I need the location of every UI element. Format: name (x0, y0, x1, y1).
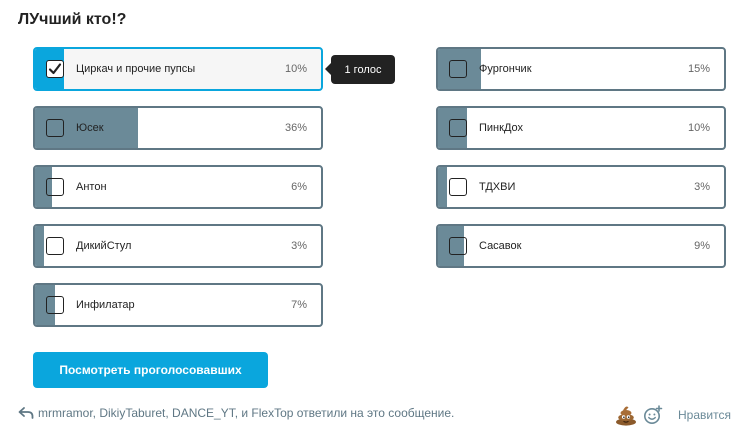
checkbox[interactable] (449, 237, 467, 255)
poll-option-label: Циркач и прочие пупсы (76, 63, 196, 75)
poll-option-label: Инфилатар (76, 299, 135, 311)
checkbox[interactable] (46, 178, 64, 196)
poll-option-infilatar[interactable]: Инфилатар 7% (33, 283, 323, 327)
checkbox[interactable] (46, 60, 64, 78)
poll-option-bar (438, 167, 447, 207)
poll-option-label: Сасавок (479, 240, 522, 252)
poll-option-percent: 7% (291, 299, 307, 311)
poll-option-label: Фургончик (479, 63, 532, 75)
add-reaction-icon[interactable] (643, 405, 663, 425)
poll-option-label: ПинкДох (479, 122, 524, 134)
tooltip-arrow (325, 63, 331, 75)
poll-option-tdhvi[interactable]: ТДХВИ 3% (436, 165, 726, 209)
poll-option-percent: 3% (694, 181, 710, 193)
checkbox[interactable] (449, 60, 467, 78)
poll-option-furgonchik[interactable]: Фургончик 15% (436, 47, 726, 91)
poll-option-anton[interactable]: Антон 6% (33, 165, 323, 209)
poll-option-percent: 10% (284, 63, 307, 75)
poll-option-sasavok[interactable]: Сасавок 9% (436, 224, 726, 268)
poll-title: ЛУчший кто!? (18, 11, 127, 28)
checkbox[interactable] (46, 296, 64, 314)
poll-option-label: ТДХВИ (479, 181, 516, 193)
poll-option-label: ДикийСтул (76, 240, 132, 252)
poll-option-percent: 3% (291, 240, 307, 252)
checkbox[interactable] (46, 237, 64, 255)
replies-text[interactable]: mrmramor, DikiyTaburet, DANCE_YT, и Flex… (38, 406, 454, 420)
like-button[interactable]: Нравится (678, 408, 731, 422)
replies-summary: mrmramor, DikiyTaburet, DANCE_YT, и Flex… (18, 404, 454, 422)
poll-option-percent: 36% (284, 122, 307, 134)
checkmark-icon (48, 63, 62, 75)
reply-arrow-icon (18, 407, 34, 419)
poll-option-pinkdoh[interactable]: ПинкДох 10% (436, 106, 726, 150)
checkbox[interactable] (46, 119, 64, 137)
poll-option-label: Антон (76, 181, 107, 193)
view-voters-button[interactable]: Посмотреть проголосовавших (33, 352, 268, 388)
checkbox[interactable] (449, 119, 467, 137)
poll-option-bar (35, 226, 44, 266)
tooltip-text: 1 голос (344, 63, 382, 76)
checkbox[interactable] (449, 178, 467, 196)
poll-option-percent: 15% (687, 63, 710, 75)
poop-emoji-icon[interactable] (615, 404, 637, 426)
poll-option-circus[interactable]: Циркач и прочие пупсы 10% (33, 47, 323, 91)
poll-option-percent: 9% (694, 240, 710, 252)
poll-option-label: Юсек (76, 122, 104, 134)
vote-count-tooltip: 1 голос (325, 55, 395, 84)
poll-option-percent: 10% (687, 122, 710, 134)
poll-option-dikiystul[interactable]: ДикийСтул 3% (33, 224, 323, 268)
poll-option-yusek[interactable]: Юсек 36% (33, 106, 323, 150)
poll-option-percent: 6% (291, 181, 307, 193)
